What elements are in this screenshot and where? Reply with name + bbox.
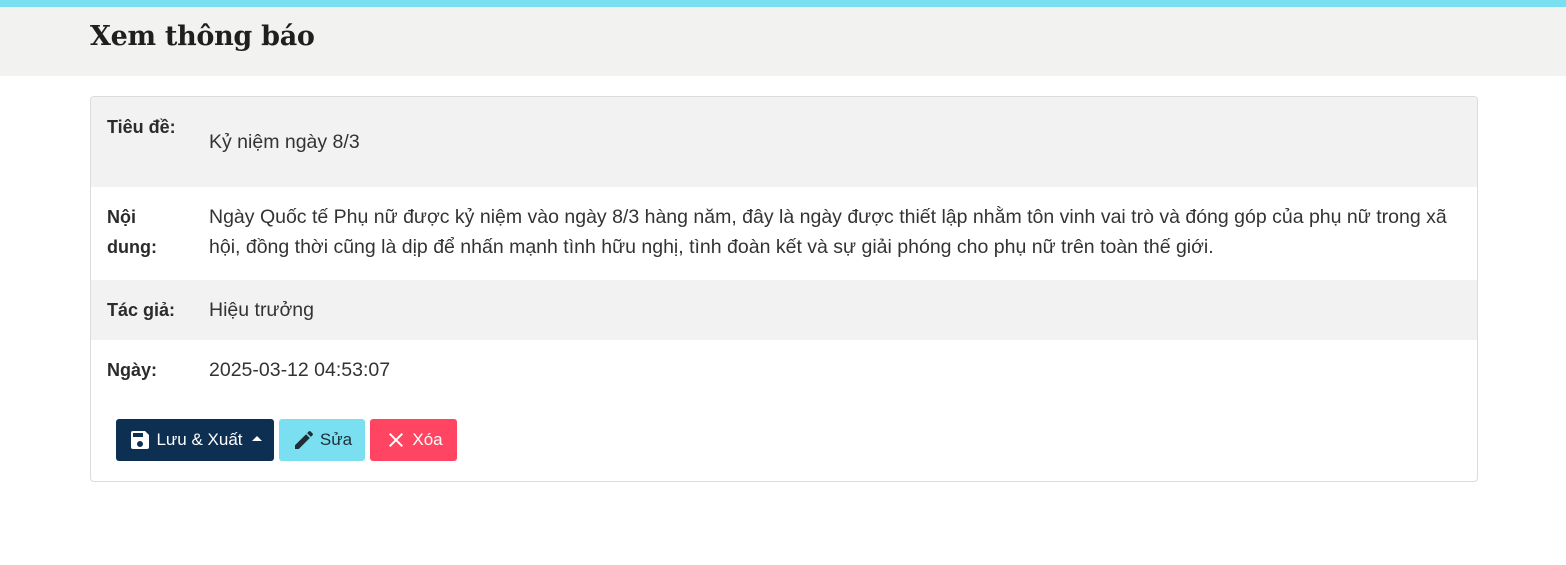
delete-button[interactable]: Xóa xyxy=(370,419,457,461)
edit-label: Sửa xyxy=(319,430,353,449)
content-value: Ngày Quốc tế Phụ nữ được kỷ niệm vào ngà… xyxy=(209,206,1447,258)
close-icon xyxy=(384,428,408,452)
notice-row-author: Tác giả: Hiệu trưởng xyxy=(91,280,1477,340)
top-accent-bar xyxy=(0,0,1566,7)
page-header: Xem thông báo xyxy=(0,7,1566,76)
content-label: Nội dung: xyxy=(107,207,157,257)
edit-button[interactable]: Sửa xyxy=(279,419,365,461)
pencil-icon xyxy=(292,428,316,452)
caret-up-icon xyxy=(251,435,262,441)
author-value: Hiệu trưởng xyxy=(209,299,314,321)
date-value: 2025-03-12 04:53:07 xyxy=(209,359,391,381)
date-label: Ngày: xyxy=(107,360,158,380)
notice-row-content: Nội dung: Ngày Quốc tế Phụ nữ được kỷ ni… xyxy=(91,187,1477,280)
title-label: Tiêu đề: xyxy=(107,117,176,137)
floppy-disk-icon xyxy=(128,428,152,452)
notice-row-date: Ngày: 2025-03-12 04:53:07 xyxy=(91,340,1477,400)
save-export-label: Lưu & Xuất xyxy=(156,430,243,449)
save-export-button[interactable]: Lưu & Xuất xyxy=(116,419,274,461)
delete-label: Xóa xyxy=(412,430,443,449)
author-label: Tác giả: xyxy=(107,300,176,320)
notice-detail-card: Tiêu đề: Kỷ niệm ngày 8/3 Nội dung: Ngày… xyxy=(90,96,1478,482)
notice-row-title: Tiêu đề: Kỷ niệm ngày 8/3 xyxy=(91,97,1477,187)
page-title: Xem thông báo xyxy=(90,21,315,52)
title-value: Kỷ niệm ngày 8/3 xyxy=(209,131,360,153)
